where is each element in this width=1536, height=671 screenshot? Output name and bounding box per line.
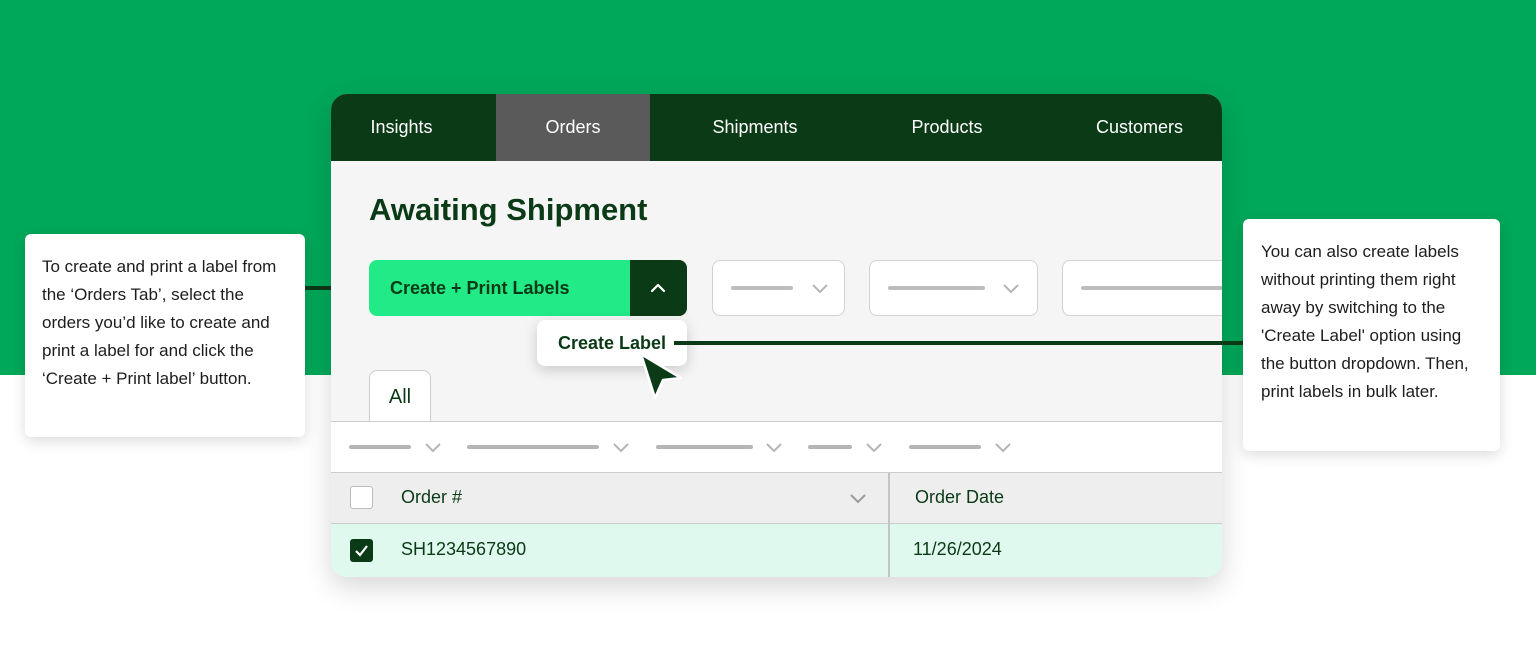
filter-select-1[interactable] (712, 260, 845, 316)
tab-all[interactable]: All (369, 370, 431, 422)
callout-right-connector (674, 341, 1243, 345)
tab-customers[interactable]: Customers (1067, 94, 1212, 161)
placeholder-bar (467, 445, 599, 449)
column-filter-5[interactable] (909, 422, 1013, 472)
chevron-down-icon (812, 284, 828, 294)
instruction-callout-left: To create and print a label from the ‘Or… (25, 234, 305, 437)
column-filter-1[interactable] (349, 422, 443, 472)
placeholder-bar (1081, 286, 1222, 290)
column-header-order-date[interactable]: Order Date (915, 487, 1004, 508)
column-divider (888, 473, 890, 577)
select-all-checkbox[interactable] (350, 486, 373, 509)
order-date-cell: 11/26/2024 (913, 539, 1002, 559)
placeholder-bar (731, 286, 793, 290)
chevron-down-icon (1003, 284, 1019, 294)
column-filter-4[interactable] (808, 422, 884, 472)
chevron-down-icon (866, 443, 882, 453)
tab-insights[interactable]: Insights (331, 94, 472, 161)
table-row[interactable]: SH1234567890 11/26/2024 (331, 524, 1222, 577)
chevron-down-icon (766, 443, 782, 453)
column-filter-row (331, 421, 1222, 473)
placeholder-bar (349, 445, 411, 449)
chevron-down-icon (613, 443, 629, 453)
page-title: Awaiting Shipment (369, 192, 648, 227)
column-filter-2[interactable] (467, 422, 631, 472)
placeholder-bar (808, 445, 852, 449)
callout-left-text: To create and print a label from the ‘Or… (42, 257, 277, 388)
instruction-callout-right: You can also create labels without print… (1243, 219, 1500, 451)
tab-products[interactable]: Products (881, 94, 1013, 161)
callout-right-text: You can also create labels without print… (1261, 242, 1469, 401)
chevron-down-icon (425, 443, 441, 453)
filter-select-3[interactable] (1062, 260, 1222, 316)
column-filter-3[interactable] (656, 422, 784, 472)
app-window: Insights Orders Shipments Products Custo… (331, 94, 1222, 577)
placeholder-bar (909, 445, 981, 449)
mouse-cursor-icon (639, 352, 683, 400)
table-header: Order # Order Date (331, 473, 1222, 524)
row-checkbox[interactable] (350, 539, 373, 562)
order-number-cell: SH1234567890 (401, 539, 527, 559)
chevron-down-icon[interactable] (849, 491, 867, 505)
chevron-up-icon (650, 283, 666, 293)
tab-shipments[interactable]: Shipments (681, 94, 829, 161)
column-header-order-number[interactable]: Order # (401, 487, 462, 508)
placeholder-bar (888, 286, 985, 290)
button-dropdown-toggle[interactable] (630, 260, 687, 316)
placeholder-bar (656, 445, 753, 449)
tab-orders[interactable]: Orders (496, 94, 650, 161)
chevron-down-icon (995, 443, 1011, 453)
top-navigation: Insights Orders Shipments Products Custo… (331, 94, 1222, 161)
checkmark-icon (355, 545, 368, 557)
create-print-labels-button[interactable]: Create + Print Labels (369, 260, 630, 316)
filter-select-2[interactable] (869, 260, 1038, 316)
